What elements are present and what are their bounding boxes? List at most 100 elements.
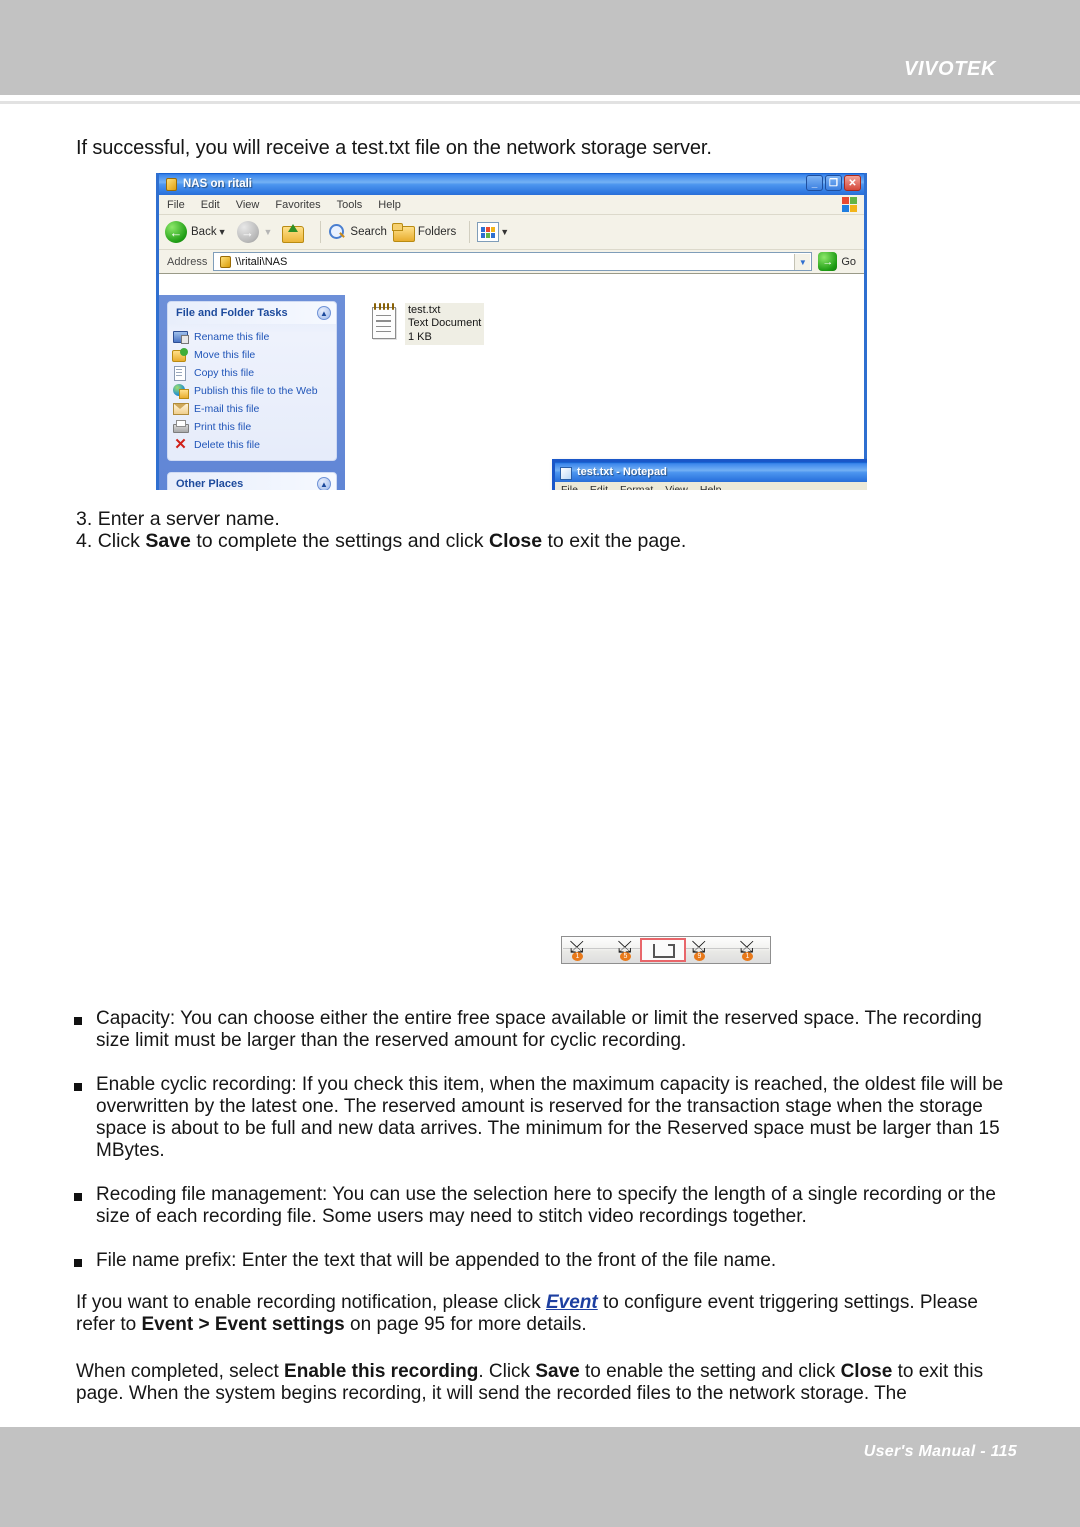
highlighted-region-box <box>640 938 686 962</box>
windows-flag-icon <box>841 196 859 213</box>
marker-1: ⤩ 1 <box>570 939 590 962</box>
folders-button-label: Folders <box>417 226 457 238</box>
marker-badge: 5 <box>620 952 631 961</box>
enable-this-recording-bold: Enable this recording <box>284 1361 479 1382</box>
forward-button[interactable]: → ▼ <box>236 221 277 243</box>
views-dropdown-chevron-icon[interactable]: ▼ <box>500 227 509 237</box>
back-arrow-icon: ← <box>165 221 187 243</box>
notepad-menu-help[interactable]: Help <box>694 484 728 490</box>
task-move-this-file[interactable]: Move this file <box>172 346 334 363</box>
collapse-chevron-up-icon[interactable]: ▲ <box>317 306 331 320</box>
up-one-level-button[interactable] <box>282 223 307 243</box>
file-and-folder-tasks-header[interactable]: File and Folder Tasks ▲ <box>168 302 336 324</box>
event-settings-bold: Event > Event settings <box>141 1314 345 1336</box>
notepad-menu-file[interactable]: File <box>555 484 584 490</box>
menu-tools[interactable]: Tools <box>329 199 371 211</box>
task-label: E-mail this file <box>194 402 260 415</box>
explorer-body: File and Folder Tasks ▲ Rename this file… <box>159 295 867 490</box>
notepad-window: test.txt - Notepad _ ❐ ✕ File Edit Forma… <box>552 459 867 490</box>
move-icon <box>172 347 189 362</box>
bullet-text: Enable cyclic recording: If you check th… <box>96 1073 1004 1161</box>
notepad-menu-view[interactable]: View <box>659 484 694 490</box>
menu-file[interactable]: File <box>159 199 193 211</box>
explorer-task-sidebar: File and Folder Tasks ▲ Rename this file… <box>159 295 345 490</box>
bullet-square-icon <box>74 1192 82 1201</box>
folders-icon <box>391 223 415 242</box>
forward-dropdown-chevron-icon: ▼ <box>263 227 273 237</box>
go-button[interactable]: → Go <box>818 252 860 271</box>
menu-favorites[interactable]: Favorites <box>267 199 328 211</box>
event-link[interactable]: Event <box>546 1292 598 1313</box>
file-task-list: Rename this file Move this file Copy thi… <box>168 324 336 460</box>
feature-bullet-list: Capacity: You can choose either the enti… <box>74 1008 1019 1293</box>
task-label: Move this file <box>194 348 256 361</box>
menu-edit[interactable]: Edit <box>193 199 228 211</box>
bullet-square-icon <box>74 1017 82 1025</box>
explorer-title-bar: NAS on ritali _ ❐ ✕ <box>159 173 864 195</box>
final-para-part3: to enable the setting and click <box>579 1361 841 1382</box>
task-publish-this-file-to-the-web[interactable]: Publish this file to the Web <box>172 382 334 399</box>
menu-help[interactable]: Help <box>370 199 409 211</box>
task-print-this-file[interactable]: Print this file <box>172 418 334 435</box>
bullet-text: Recoding file management: You can use th… <box>96 1183 996 1227</box>
task-label: Print this file <box>194 420 252 433</box>
mail-icon <box>172 401 189 416</box>
back-button[interactable]: ← Back ▼ <box>165 221 231 243</box>
notepad-app-icon <box>559 466 572 480</box>
explorer-screenshot-figure: NAS on ritali _ ❐ ✕ File Edit View Favor… <box>156 173 867 490</box>
folder-up-icon <box>282 223 305 243</box>
toolbar-separator-2 <box>469 221 471 243</box>
file-and-folder-tasks-panel: File and Folder Tasks ▲ Rename this file… <box>167 301 337 461</box>
final-para-part2: . Click <box>478 1361 536 1382</box>
notepad-menu-format[interactable]: Format <box>614 484 659 490</box>
bullet-capacity: Capacity: You can choose either the enti… <box>74 1008 1019 1052</box>
address-value: \\ritali\NAS <box>235 255 288 268</box>
views-grid-icon <box>477 222 500 242</box>
globe-icon <box>172 383 189 399</box>
event-notification-paragraph: If you want to enable recording notifica… <box>76 1292 1021 1336</box>
other-places-header[interactable]: Other Places ▲ <box>168 473 336 490</box>
file-name: test.txt <box>408 304 441 316</box>
notepad-menu-edit[interactable]: Edit <box>584 484 614 490</box>
step-4-bold-save: Save <box>145 530 191 553</box>
back-button-label: Back <box>191 226 217 238</box>
delete-x-icon: ✕ <box>174 436 187 453</box>
notepad-window-title: test.txt - Notepad <box>577 466 667 478</box>
folders-button[interactable]: Folders <box>391 223 457 242</box>
task-copy-this-file[interactable]: Copy this file <box>172 364 334 381</box>
task-rename-this-file[interactable]: Rename this file <box>172 328 334 345</box>
file-item-test-txt[interactable]: test.txt Text Document 1 KB <box>369 303 485 346</box>
collapse-chevron-up-icon-2[interactable]: ▲ <box>317 477 331 490</box>
step-4-mid: to complete the settings and click <box>190 530 489 553</box>
explorer-window: NAS on ritali _ ❐ ✕ File Edit View Favor… <box>156 173 867 490</box>
explorer-address-bar: Address \\ritali\NAS ▼ → Go <box>159 250 864 274</box>
step-3-text: Enter a server name. <box>97 508 280 530</box>
final-para-part1: When completed, select <box>76 1361 285 1382</box>
bullet-text: File name prefix: Enter the text that wi… <box>96 1249 777 1271</box>
header-divider-rule <box>0 101 1080 104</box>
box-glyph-right-icon <box>668 944 675 958</box>
back-dropdown-chevron-icon[interactable]: ▼ <box>218 227 227 237</box>
event-para-part3: on page 95 for more details. <box>344 1314 587 1336</box>
task-delete-this-file[interactable]: ✕ Delete this file <box>172 436 334 453</box>
notepad-menu-bar: File Edit Format View Help <box>555 482 867 490</box>
views-button[interactable]: ▼ <box>477 222 513 242</box>
explorer-file-pane: test.txt Text Document 1 KB test.txt - N… <box>345 295 867 490</box>
bullet-text: Capacity: You can choose either the enti… <box>96 1008 982 1051</box>
go-arrow-icon: → <box>818 252 838 271</box>
task-email-this-file[interactable]: E-mail this file <box>172 400 334 417</box>
minimize-button[interactable]: _ <box>806 175 823 191</box>
address-label: Address <box>167 255 208 268</box>
marker-badge: 1 <box>742 952 753 961</box>
step-4-pre: Click <box>97 530 146 553</box>
search-button[interactable]: Search <box>328 223 387 241</box>
address-dropdown-chevron-icon[interactable]: ▼ <box>794 254 811 270</box>
menu-view[interactable]: View <box>228 199 268 211</box>
close-button[interactable]: ✕ <box>844 175 861 191</box>
file-and-folder-tasks-title: File and Folder Tasks <box>176 307 288 319</box>
marker-4: ⤩ 1 <box>740 939 760 962</box>
maximize-button[interactable]: ❐ <box>825 175 842 191</box>
broken-toolbar-graphic: ⤩ 1 ⤩ 5 ⤩ 9 ⤩ 1 <box>561 936 771 964</box>
address-input[interactable]: \\ritali\NAS ▼ <box>213 252 813 271</box>
footer-page-label: User's Manual - 115 <box>863 1443 1017 1460</box>
